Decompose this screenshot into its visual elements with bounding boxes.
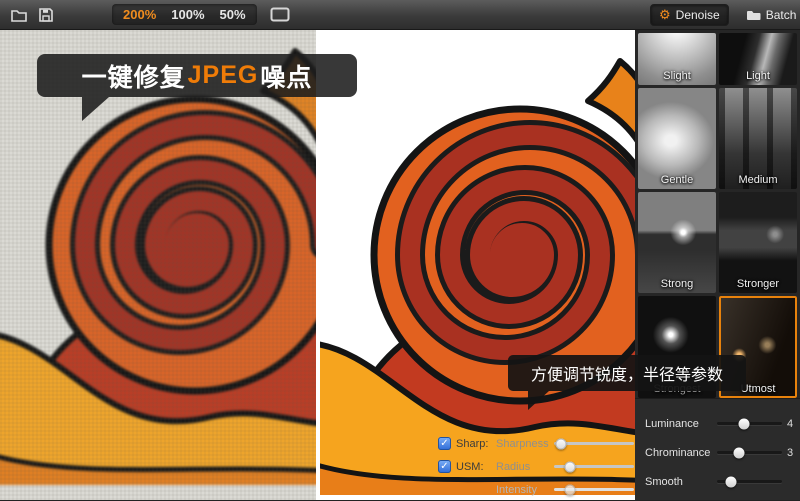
open-file-button[interactable]: [10, 7, 28, 23]
save-file-button[interactable]: [38, 7, 54, 23]
intensity-label: Intensity: [496, 483, 537, 496]
preset-label: Stronger: [736, 278, 780, 290]
preset-label: Slight: [663, 70, 691, 82]
preset-medium[interactable]: Medium: [719, 88, 797, 189]
zoom-100-button[interactable]: 100%: [171, 7, 204, 22]
preset-strong[interactable]: Strong: [638, 192, 716, 293]
chrominance-slider[interactable]: [717, 447, 782, 458]
preset-label: Light: [746, 70, 770, 82]
sidebar-tab-bar: ⚙ Denoise Batch: [635, 0, 800, 30]
sharpen-controls: ✓ Sharp: Sharpness ✓ USM: Radius Intensi…: [438, 432, 638, 501]
callout-main-post: 噪点: [260, 63, 313, 92]
smooth-label: Smooth: [645, 475, 683, 488]
preset-slight[interactable]: Slight: [638, 33, 716, 85]
fit-screen-icon: [270, 7, 290, 22]
callout-params-text: 方便调节锐度，半径等参数: [530, 367, 723, 384]
zoom-control-group: 200% 100% 50%: [112, 4, 257, 25]
preset-label: Gentle: [660, 174, 694, 186]
intensity-slider[interactable]: [554, 484, 634, 495]
sharp-group-label: Sharp:: [456, 437, 489, 450]
callout-params: 方便调节锐度，半径等参数: [508, 355, 746, 410]
tab-denoise[interactable]: ⚙ Denoise: [650, 3, 729, 26]
denoise-sliders-panel: Luminance 4 Chrominance 3 Smooth: [635, 398, 800, 500]
zoom-200-button[interactable]: 200%: [123, 7, 156, 22]
luminance-slider-knob[interactable]: [738, 418, 750, 429]
snail-image-clean: [320, 30, 635, 495]
chrominance-value: 3: [787, 446, 794, 459]
radius-slider-knob[interactable]: [564, 461, 576, 472]
smooth-slider-knob[interactable]: [725, 476, 737, 487]
callout-main-highlight: JPEG: [187, 61, 259, 89]
tab-denoise-label: Denoise: [675, 7, 720, 22]
sharp-row: ✓ Sharp: Sharpness: [438, 432, 638, 455]
luminance-label: Luminance: [645, 417, 699, 430]
usm-group-label: USM:: [456, 460, 484, 473]
radius-label: Radius: [496, 460, 531, 473]
luminance-row: Luminance 4: [635, 409, 800, 438]
preset-gentle[interactable]: Gentle: [638, 88, 716, 189]
smooth-row: Smooth: [635, 467, 800, 496]
sharpness-slider-knob[interactable]: [555, 438, 567, 449]
usm-row: ✓ USM: Radius: [438, 455, 638, 478]
smooth-slider[interactable]: [717, 476, 782, 487]
sharp-checkbox[interactable]: ✓: [438, 437, 451, 450]
canvas-after-pane[interactable]: [316, 30, 635, 500]
save-disk-icon: [39, 7, 53, 22]
intensity-slider-knob[interactable]: [564, 484, 576, 495]
toolbar: 200% 100% 50%: [0, 0, 635, 30]
preset-label: Strong: [660, 278, 694, 290]
callout-main-pre: 一键修复: [81, 63, 186, 92]
tab-batch[interactable]: Batch: [738, 5, 800, 25]
preset-stronger[interactable]: Stronger: [719, 192, 797, 293]
gear-icon: ⚙: [659, 7, 671, 22]
callout-main: 一键修复 JPEG 噪点: [37, 54, 357, 121]
preset-label: Medium: [738, 174, 778, 186]
chrominance-label: Chrominance: [645, 446, 711, 459]
radius-slider[interactable]: [554, 461, 634, 472]
zoom-50-button[interactable]: 50%: [220, 7, 246, 22]
snail-image-noisy: [0, 30, 317, 485]
chrominance-slider-knob[interactable]: [733, 447, 745, 458]
chrominance-row: Chrominance 3: [635, 438, 800, 467]
canvas-before-pane[interactable]: [0, 30, 317, 500]
folder-icon: [746, 10, 761, 20]
preset-grid: Slight Light Gentle Medium Strong Strong…: [635, 30, 800, 401]
sidebar: ⚙ Denoise Batch Slight Light Gentle Medi…: [635, 0, 800, 500]
open-folder-icon: [11, 9, 27, 22]
app-window: 200% 100% 50% 一键修复 JPEG 噪点 方便调节锐度，半径等参数: [0, 0, 800, 500]
usm-checkbox[interactable]: ✓: [438, 460, 451, 473]
sharpness-slider[interactable]: [554, 438, 634, 449]
luminance-value: 4: [787, 417, 794, 430]
intensity-row: Intensity: [438, 478, 638, 501]
fit-screen-button[interactable]: [270, 7, 290, 22]
luminance-slider[interactable]: [717, 418, 782, 429]
sharpness-label: Sharpness: [496, 437, 549, 450]
tab-batch-label: Batch: [765, 7, 797, 22]
preset-light[interactable]: Light: [719, 33, 797, 85]
